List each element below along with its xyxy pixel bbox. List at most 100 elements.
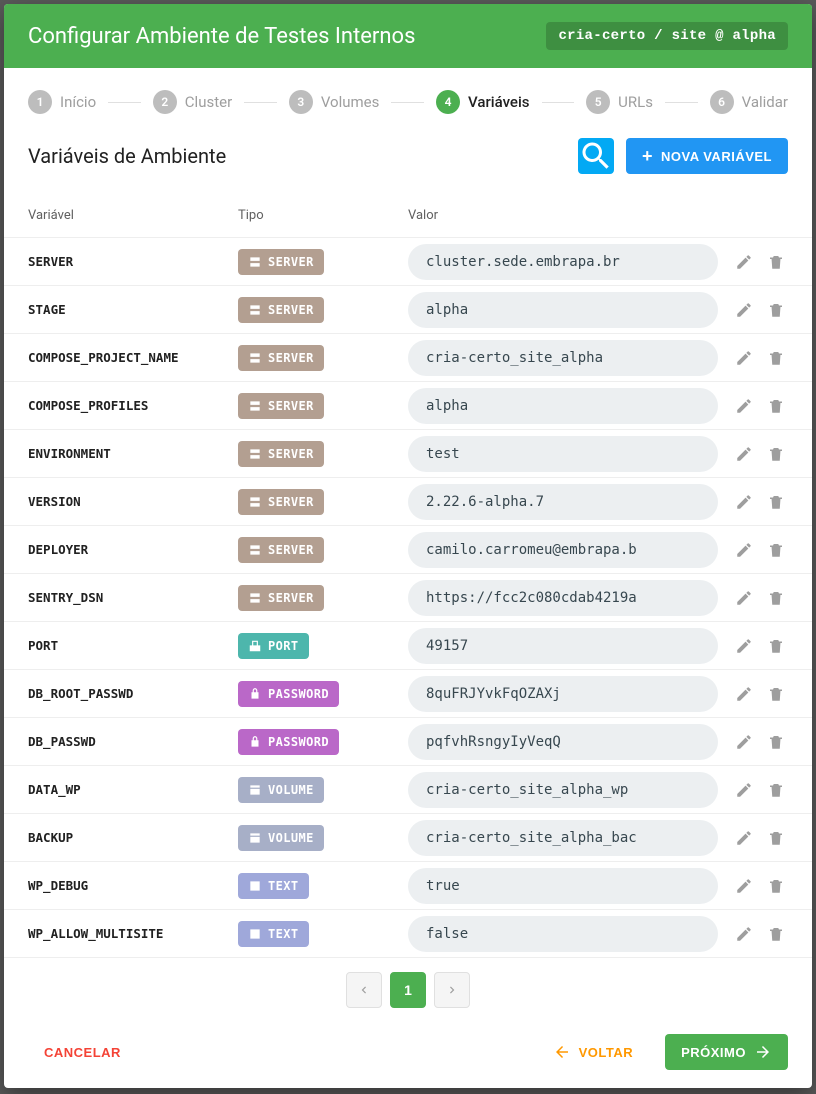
cancel-label: Cancelar bbox=[44, 1045, 121, 1060]
delete-button[interactable] bbox=[764, 490, 788, 514]
step-label: Início bbox=[60, 93, 96, 111]
step-index: 4 bbox=[436, 90, 460, 114]
search-icon bbox=[578, 138, 614, 174]
row-actions bbox=[718, 778, 788, 802]
dialog-header: Configurar Ambiente de Testes Internos c… bbox=[4, 4, 812, 68]
delete-button[interactable] bbox=[764, 250, 788, 274]
back-button[interactable]: Voltar bbox=[537, 1034, 650, 1070]
type-label: VOLUME bbox=[268, 783, 314, 797]
col-header-variable: Variável bbox=[28, 208, 238, 223]
type-label: PASSWORD bbox=[268, 687, 329, 701]
search-button[interactable] bbox=[578, 138, 614, 174]
delete-button[interactable] bbox=[764, 826, 788, 850]
step-separator bbox=[542, 102, 575, 103]
edit-button[interactable] bbox=[732, 346, 756, 370]
variable-name: DB_PASSWD bbox=[28, 734, 238, 749]
variable-name: VERSION bbox=[28, 494, 238, 509]
col-header-type: Tipo bbox=[238, 208, 408, 223]
delete-button[interactable] bbox=[764, 682, 788, 706]
page-prev-button[interactable] bbox=[346, 972, 382, 1008]
trash-icon bbox=[767, 253, 785, 271]
delete-button[interactable] bbox=[764, 298, 788, 322]
edit-button[interactable] bbox=[732, 634, 756, 658]
type-chip-text: TEXT bbox=[238, 873, 309, 899]
table-header-row: Variável Tipo Valor bbox=[4, 194, 812, 238]
delete-button[interactable] bbox=[764, 778, 788, 802]
step-separator bbox=[665, 102, 698, 103]
trash-icon bbox=[767, 445, 785, 463]
type-chip-password: PASSWORD bbox=[238, 681, 339, 707]
type-chip-server: SERVER bbox=[238, 489, 324, 515]
edit-button[interactable] bbox=[732, 874, 756, 898]
step-label: Volumes bbox=[321, 93, 380, 111]
edit-button[interactable] bbox=[732, 778, 756, 802]
page-next-button[interactable] bbox=[434, 972, 470, 1008]
edit-button[interactable] bbox=[732, 922, 756, 946]
variable-value: cria-certo_site_alpha_wp bbox=[408, 772, 718, 808]
step-cluster[interactable]: 2Cluster bbox=[153, 90, 232, 114]
row-actions bbox=[718, 298, 788, 322]
step-separator bbox=[108, 102, 141, 103]
dialog-footer: Cancelar Voltar Próximo bbox=[4, 1016, 812, 1088]
variable-value: pqfvhRsngyIyVeqQ bbox=[408, 724, 718, 760]
next-button[interactable]: Próximo bbox=[665, 1034, 788, 1070]
pencil-icon bbox=[735, 445, 753, 463]
step-variáveis[interactable]: 4Variáveis bbox=[436, 90, 529, 114]
arrow-right-icon bbox=[754, 1043, 772, 1061]
table-row: SENTRY_DSNSERVERhttps://fcc2c080cdab4219… bbox=[4, 574, 812, 622]
pencil-icon bbox=[735, 637, 753, 655]
type-chip-server: SERVER bbox=[238, 537, 324, 563]
table-row: WP_ALLOW_MULTISITETEXTfalse bbox=[4, 910, 812, 958]
dialog-title: Configurar Ambiente de Testes Internos bbox=[28, 24, 415, 49]
delete-button[interactable] bbox=[764, 346, 788, 370]
section-header: Variáveis de Ambiente + Nova Variável bbox=[4, 132, 812, 194]
cancel-button[interactable]: Cancelar bbox=[28, 1034, 137, 1070]
row-actions bbox=[718, 538, 788, 562]
delete-button[interactable] bbox=[764, 730, 788, 754]
step-início[interactable]: 1Início bbox=[28, 90, 96, 114]
table-row: STAGESERVERalpha bbox=[4, 286, 812, 334]
step-urls[interactable]: 5URLs bbox=[586, 90, 653, 114]
edit-button[interactable] bbox=[732, 682, 756, 706]
step-index: 2 bbox=[153, 90, 177, 114]
variable-value: test bbox=[408, 436, 718, 472]
edit-button[interactable] bbox=[732, 442, 756, 466]
edit-button[interactable] bbox=[732, 586, 756, 610]
type-chip-server: SERVER bbox=[238, 297, 324, 323]
variable-name: DEPLOYER bbox=[28, 542, 238, 557]
pencil-icon bbox=[735, 685, 753, 703]
new-variable-button[interactable]: + Nova Variável bbox=[626, 138, 788, 174]
variables-table: Variável Tipo Valor SERVERSERVERcluster.… bbox=[4, 194, 812, 958]
step-validar[interactable]: 6Validar bbox=[710, 90, 788, 114]
type-label: SERVER bbox=[268, 303, 314, 317]
delete-button[interactable] bbox=[764, 922, 788, 946]
delete-button[interactable] bbox=[764, 394, 788, 418]
page-1-button[interactable]: 1 bbox=[390, 972, 426, 1008]
edit-button[interactable] bbox=[732, 394, 756, 418]
delete-button[interactable] bbox=[764, 442, 788, 466]
step-volumes[interactable]: 3Volumes bbox=[289, 90, 380, 114]
variable-name: PORT bbox=[28, 638, 238, 653]
variable-value: false bbox=[408, 916, 718, 952]
delete-button[interactable] bbox=[764, 634, 788, 658]
edit-button[interactable] bbox=[732, 250, 756, 274]
delete-button[interactable] bbox=[764, 874, 788, 898]
row-actions bbox=[718, 442, 788, 466]
type-chip-volume: VOLUME bbox=[238, 777, 324, 803]
delete-button[interactable] bbox=[764, 586, 788, 610]
edit-button[interactable] bbox=[732, 730, 756, 754]
row-actions bbox=[718, 874, 788, 898]
row-actions bbox=[718, 634, 788, 658]
edit-button[interactable] bbox=[732, 538, 756, 562]
type-label: SERVER bbox=[268, 255, 314, 269]
type-chip-text: TEXT bbox=[238, 921, 309, 947]
type-chip-port: PORT bbox=[238, 633, 309, 659]
table-row: COMPOSE_PROJECT_NAMESERVERcria-certo_sit… bbox=[4, 334, 812, 382]
edit-button[interactable] bbox=[732, 298, 756, 322]
edit-button[interactable] bbox=[732, 826, 756, 850]
edit-button[interactable] bbox=[732, 490, 756, 514]
row-actions bbox=[718, 250, 788, 274]
type-label: SERVER bbox=[268, 495, 314, 509]
row-actions bbox=[718, 346, 788, 370]
delete-button[interactable] bbox=[764, 538, 788, 562]
